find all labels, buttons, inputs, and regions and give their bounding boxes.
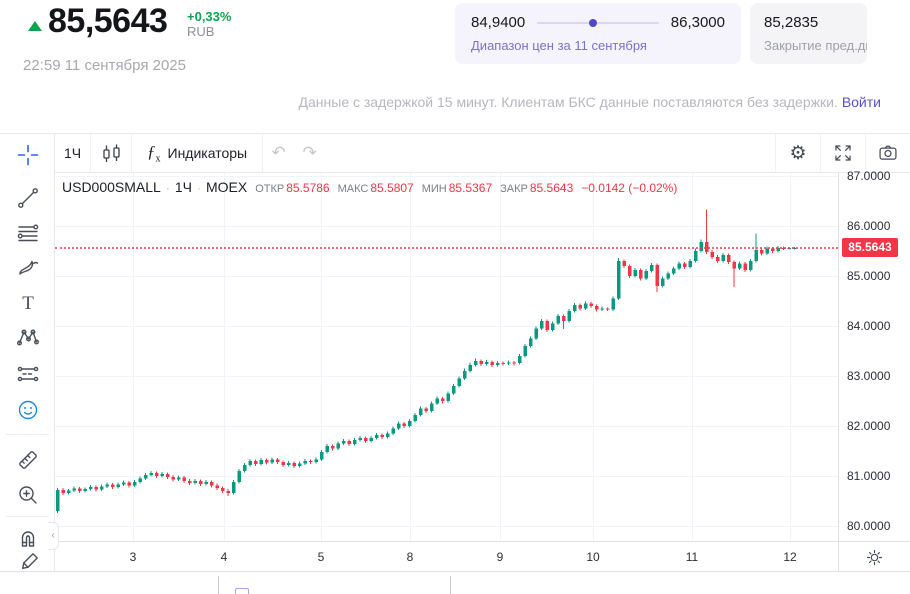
fullscreen-button[interactable]: [821, 134, 865, 172]
range-high: 86,3000: [671, 14, 725, 31]
undo-button[interactable]: ↶: [263, 134, 294, 172]
toolbar-separator: [6, 434, 49, 435]
fullscreen-icon: [832, 142, 854, 164]
time-axis-label: 3: [130, 550, 137, 564]
time-axis-label: 5: [318, 550, 325, 564]
fib-retracement-tool-button[interactable]: [14, 220, 42, 248]
sun-icon: [866, 549, 883, 566]
chart-legend: USD000SMALL · 1Ч · MOEX ОТКР 85.5786 МАК…: [62, 179, 677, 195]
delay-notice-text: Данные с задержкой 15 минут. Клиентам БК…: [299, 94, 838, 110]
crosshair-tool-button[interactable]: [14, 141, 42, 169]
range-slider-dot: [589, 19, 597, 27]
price-axis[interactable]: 85.5643 87.000086.000085.000084.000083.0…: [838, 173, 910, 541]
range-low: 84,9400: [471, 14, 525, 31]
prev-close-caption: Закрытие пред.дня: [764, 38, 867, 53]
xabcd-pattern-tool-button[interactable]: [14, 325, 42, 353]
indicators-label: Индикаторы: [168, 145, 248, 161]
range-caption: Диапазон цен за 11 сентября: [471, 38, 725, 53]
time-axis[interactable]: 3 4 5 8 9 10 11 12: [55, 541, 838, 572]
ruler-tool-button[interactable]: [14, 446, 42, 474]
currency-label: RUB: [187, 24, 231, 39]
next-section-element: [235, 588, 249, 594]
legend-high-value: 85.5807: [370, 181, 413, 195]
legend-interval: 1Ч: [175, 179, 192, 195]
candlestick-chart: [55, 173, 838, 541]
price-axis-label: 87.0000: [847, 169, 890, 183]
draw-tool-button[interactable]: [14, 549, 42, 572]
day-range-card: 84,9400 86,3000 Диапазон цен за 11 сентя…: [455, 3, 741, 64]
login-link[interactable]: Войти: [842, 94, 881, 110]
chart-widget: T: [0, 133, 910, 572]
last-price-line: [55, 247, 838, 249]
legend-high-label: МАКС: [338, 183, 369, 195]
legend-symbol[interactable]: USD000SMALL: [62, 179, 161, 195]
price-axis-label: 82.0000: [847, 419, 890, 433]
interval-button[interactable]: 1Ч: [55, 134, 90, 172]
section-divider: [218, 576, 219, 594]
camera-icon: [877, 142, 899, 164]
app-root: 85,5643 +0,33% RUB 22:59 11 сентября 202…: [0, 0, 910, 594]
price-axis-label: 83.0000: [847, 369, 890, 383]
legend-low-label: МИН: [422, 183, 447, 195]
time-axis-label: 4: [221, 550, 228, 564]
drawing-toolbar: T: [0, 134, 55, 572]
legend-close-label: ЗАКР: [500, 183, 528, 195]
time-axis-label: 9: [497, 550, 504, 564]
candles-icon: [100, 142, 123, 165]
prev-close-card: 85,2835 Закрытие пред.дня: [750, 3, 867, 64]
long-position-tool-button[interactable]: [14, 361, 42, 389]
fx-icon: ƒx: [147, 142, 161, 164]
section-divider: [450, 576, 451, 594]
change-percent: +0,33%: [187, 9, 231, 24]
magnet-tool-button[interactable]: [14, 524, 42, 552]
snapshot-button[interactable]: [866, 134, 910, 172]
price-axis-label: 84.0000: [847, 319, 890, 333]
trend-line-tool-button[interactable]: [14, 184, 42, 212]
last-price-tag: 85.5643: [842, 238, 898, 257]
price-axis-label: 80.0000: [847, 519, 890, 533]
sidebar-collapse-handle[interactable]: ‹: [48, 522, 59, 550]
price-axis-label: 81.0000: [847, 469, 890, 483]
prev-close-value: 85,2835: [764, 14, 867, 31]
next-section-fragment: [0, 573, 910, 594]
price-pane[interactable]: USD000SMALL · 1Ч · MOEX ОТКР 85.5786 МАК…: [55, 173, 838, 541]
quote-timestamp: 22:59 11 сентября 2025: [23, 57, 186, 74]
price-axis-label: 85.0000: [847, 269, 890, 283]
toolbar-right-group: ⚙: [775, 134, 910, 172]
range-slider: [537, 22, 659, 24]
legend-change: −0.0142 (−0.02%): [581, 181, 677, 195]
time-axis-label: 8: [407, 550, 414, 564]
chart-type-button[interactable]: [91, 134, 131, 172]
legend-low-value: 85.5367: [449, 181, 492, 195]
up-triangle-icon: [28, 21, 42, 31]
svg-text:T: T: [22, 293, 34, 314]
redo-button[interactable]: ↷: [294, 134, 325, 172]
legend-exchange: MOEX: [206, 179, 247, 195]
delay-notice: Данные с задержкой 15 минут. Клиентам БК…: [299, 94, 881, 110]
time-axis-label: 10: [586, 550, 599, 564]
time-axis-label: 11: [686, 550, 698, 564]
indicators-button[interactable]: ƒx Индикаторы: [132, 134, 262, 172]
legend-open-value: 85.5786: [286, 181, 329, 195]
legend-separator: ·: [166, 181, 170, 195]
legend-close-value: 85.5643: [530, 181, 573, 195]
settings-button[interactable]: ⚙: [776, 134, 820, 172]
brush-tool-button[interactable]: [14, 254, 42, 282]
text-tool-button[interactable]: T: [14, 289, 42, 317]
legend-open-label: ОТКР: [255, 183, 284, 195]
toolbar-separator: [6, 516, 49, 517]
last-price: 85,5643: [48, 2, 167, 41]
axis-corner[interactable]: [838, 541, 910, 572]
chart-toolbar: 1Ч ƒx Индикаторы ↶ ↷ ⚙: [55, 134, 910, 173]
legend-separator: ·: [197, 181, 201, 195]
gear-icon: ⚙: [789, 144, 806, 163]
emoji-tool-button[interactable]: [14, 396, 42, 424]
zoom-in-tool-button[interactable]: [14, 481, 42, 509]
time-axis-label: 12: [783, 550, 796, 564]
price-axis-label: 86.0000: [847, 219, 890, 233]
